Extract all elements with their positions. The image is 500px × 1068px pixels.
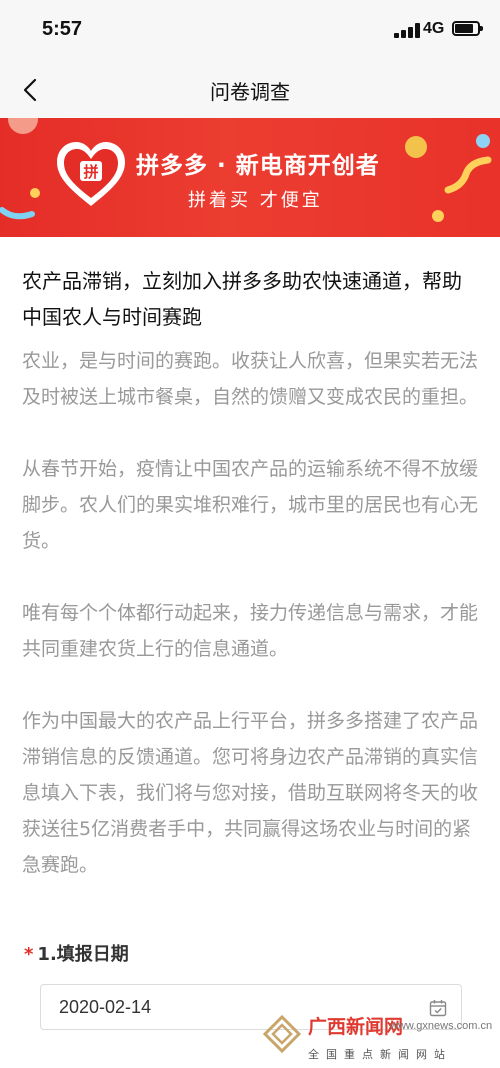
promo-banner: 拼 拼多多 · 新电商开创者 拼着买 才便宜	[0, 118, 500, 237]
status-time: 5:57	[42, 18, 83, 40]
article-paragraph: 从春节开始，疫情让中国农产品的运输系统不得不放缓脚步。农人们的果实堆积难行，城市…	[22, 458, 479, 552]
gxnews-logo-icon	[262, 1014, 302, 1054]
article-title: 农产品滞销，立刻加入拼多多助农快速通道，帮助中国农人与时间赛跑	[22, 269, 462, 329]
network-type: 4G	[423, 20, 445, 37]
signal-icon	[394, 22, 420, 38]
watermark-name: 广西新闻网	[308, 1016, 404, 1038]
date-value: 2020-02-14	[59, 997, 152, 1017]
banner-slogan: 拼多多 · 新电商开创者	[136, 153, 380, 179]
required-mark: *	[24, 944, 34, 965]
decoration-dot	[30, 188, 40, 198]
nav-bar: 问卷调查	[0, 62, 500, 118]
decoration-squiggle	[444, 156, 492, 194]
article-paragraph: 唯有每个个体都行动起来，接力传递信息与需求，才能共同重建农货上行的信息通道。	[22, 602, 479, 660]
question-1-label: * 1.填报日期	[24, 940, 129, 966]
decoration-dot	[476, 134, 490, 148]
watermark-tagline: 全国重点新闻网站	[308, 1048, 452, 1061]
article-paragraph: 作为中国最大的农产品上行平台，拼多多搭建了农产品滞销信息的反馈通道。您可将身边农…	[22, 710, 479, 876]
decoration-squiggle	[0, 207, 35, 220]
question-1-text: 1.填报日期	[37, 944, 129, 965]
page-title: 问卷调查	[210, 80, 290, 104]
banner-subtitle: 拼着买 才便宜	[188, 190, 323, 211]
watermark-url: www.gxnews.com.cn	[390, 1020, 493, 1032]
decoration-dot	[405, 136, 427, 158]
article-paragraph: 农业，是与时间的赛跑。收获让人欣喜，但果实若无法及时被送上城市餐桌，自然的馈赠又…	[22, 350, 479, 408]
logo-glyph: 拼	[83, 163, 98, 181]
pinduoduo-logo-icon: 拼	[57, 142, 125, 206]
article: 农产品滞销，立刻加入拼多多助农快速通道，帮助中国农人与时间赛跑 农业，是与时间的…	[0, 237, 500, 883]
watermark: 广西新闻网 www.gxnews.com.cn 全国重点新闻网站	[262, 1012, 500, 1068]
decoration-dot	[8, 118, 38, 134]
status-bar: 5:57 4G	[0, 0, 500, 62]
decoration-dot	[432, 210, 444, 222]
battery-icon	[452, 21, 483, 36]
